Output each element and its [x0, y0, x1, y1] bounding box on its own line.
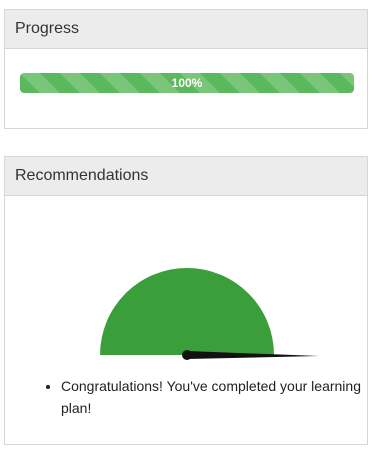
progress-bar: 100% [20, 73, 354, 93]
completion-gauge [100, 268, 319, 360]
recommendation-item: Congratulations! You've completed your l… [61, 375, 361, 419]
progress-panel-heading: Progress [5, 10, 367, 49]
gauge-fill-arc [100, 268, 274, 355]
recommendations-panel-heading: Recommendations [5, 157, 367, 196]
progress-bar-label: 100% [171, 76, 203, 90]
recommendations-panel: Recommendations Congratulations! You've … [4, 156, 368, 445]
progress-panel-title: Progress [15, 20, 80, 37]
gauge-needle-hub [182, 350, 192, 360]
recommendations-list: Congratulations! You've completed your l… [29, 375, 361, 419]
progress-panel: Progress 100% [4, 9, 368, 129]
recommendations-panel-title: Recommendations [15, 167, 149, 184]
